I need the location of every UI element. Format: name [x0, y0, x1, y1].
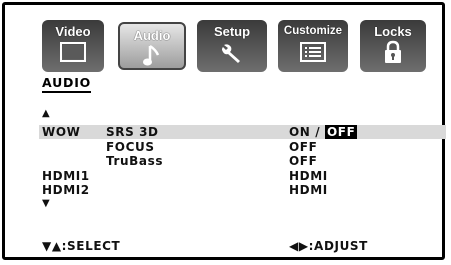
scroll-up-arrow-icon[interactable]: ▲	[42, 108, 50, 119]
menu-item-label: TruBass	[106, 154, 164, 168]
menu-item-value: OFF	[289, 140, 318, 154]
list-icon	[300, 42, 326, 66]
tab-customize-label: Customize	[283, 25, 343, 37]
tab-video[interactable]: Video	[42, 20, 104, 72]
music-note-icon	[142, 44, 162, 72]
tab-setup[interactable]: Setup	[197, 20, 267, 72]
menu-group-label: HDMI1	[42, 169, 90, 183]
tab-video-label: Video	[55, 24, 91, 39]
scroll-down-arrow-icon[interactable]: ▼	[42, 198, 50, 209]
audio-menu-frame: Video Audio Setup Customize Locks AUDIO …	[2, 2, 446, 260]
value-separator: /	[310, 125, 325, 139]
menu-item-value: HDMI	[289, 183, 328, 197]
menu-group-label: HDMI2	[42, 183, 90, 197]
menu-item-label: SRS 3D	[106, 125, 159, 139]
menu-item-value: OFF	[289, 154, 318, 168]
value-off-option: OFF	[325, 125, 358, 139]
tab-audio[interactable]: Audio	[118, 22, 186, 70]
menu-item-label: FOCUS	[106, 140, 155, 154]
menu-item-value: HDMI	[289, 169, 328, 183]
tab-locks-label: Locks	[374, 24, 412, 39]
lock-icon	[383, 40, 403, 68]
tab-setup-label: Setup	[213, 24, 251, 39]
tab-locks[interactable]: Locks	[360, 20, 426, 72]
wrench-icon	[220, 42, 244, 68]
menu-group-label: WOW	[42, 125, 81, 139]
tab-audio-label: Audio	[133, 28, 171, 43]
page-title: AUDIO	[42, 76, 92, 93]
monitor-icon	[60, 42, 86, 66]
adjust-hint: ◀▶:ADJUST	[289, 239, 368, 253]
select-hint: ▼▲:SELECT	[42, 239, 121, 253]
menu-item-value[interactable]: ON / OFF	[289, 125, 358, 139]
value-on-option: ON	[289, 125, 311, 139]
selected-row-highlight	[39, 125, 446, 139]
tab-customize[interactable]: Customize	[278, 20, 348, 72]
